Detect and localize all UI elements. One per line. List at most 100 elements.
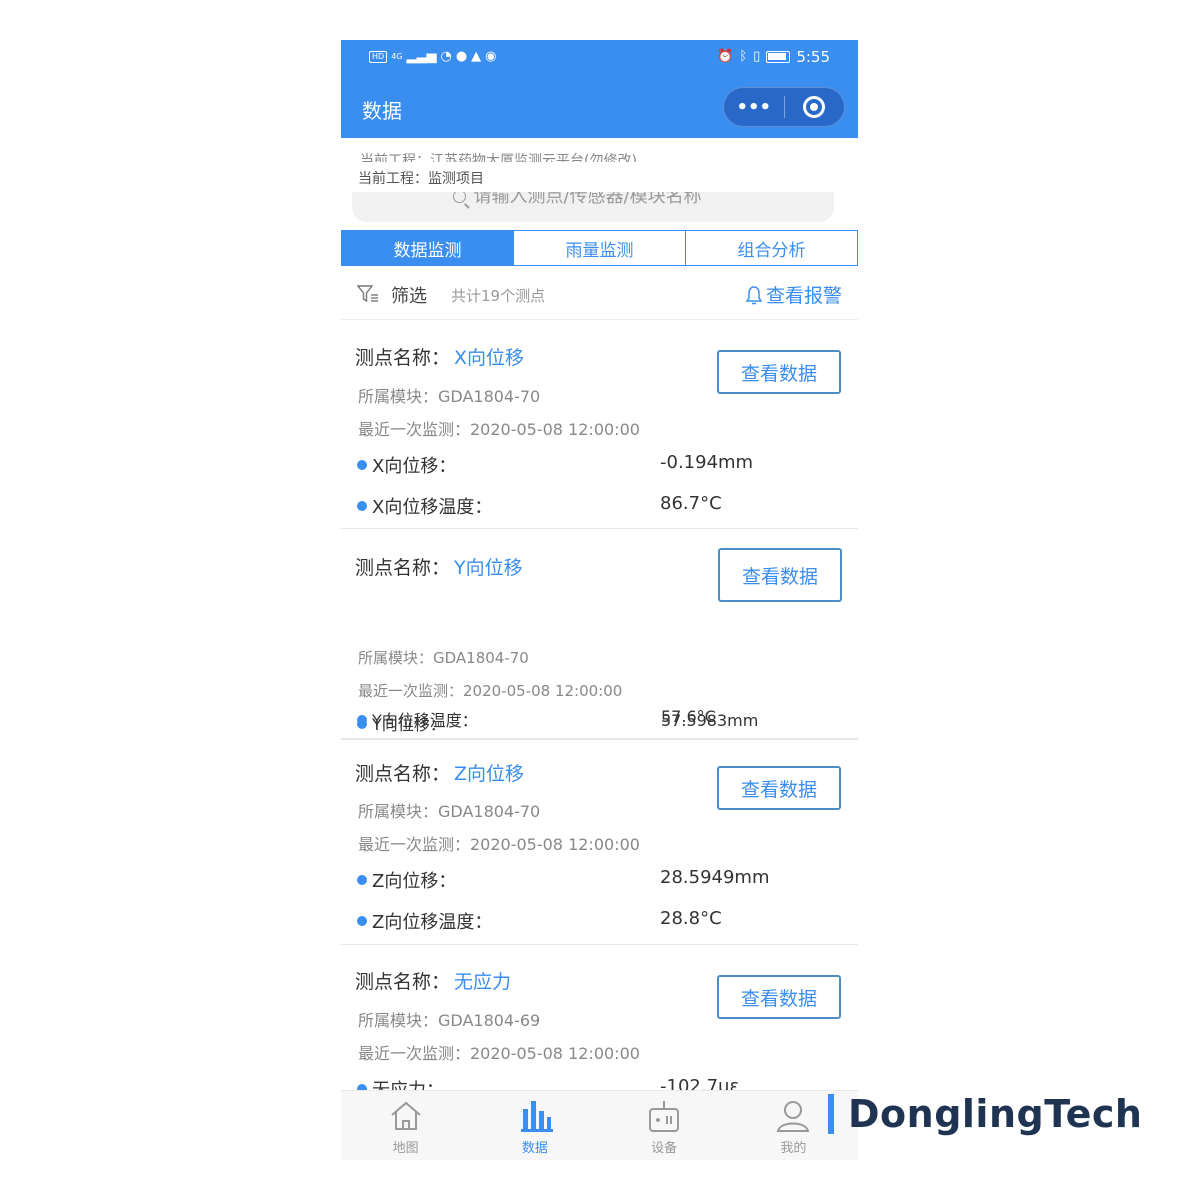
list-item: 测点名称： 无应力 查看数据 所属模块：GDA1804-69 最近一次监测：202…	[341, 945, 858, 1101]
hd-badge: HD	[369, 51, 388, 63]
point-name-row: 测点名称： Y向位移	[355, 553, 523, 580]
target-icon	[803, 96, 826, 118]
module-text: 所属模块：GDA1804-70	[358, 802, 541, 821]
view-data-button[interactable]: 查看数据	[718, 548, 842, 602]
bluetooth-icon: ᛒ	[739, 49, 748, 64]
value-reading: 86.7°C	[660, 493, 722, 514]
bullet-dot	[357, 875, 367, 885]
point-name-row: 测点名称： Z向位移	[355, 759, 524, 786]
list-item: 测点名称： Z向位移 查看数据 所属模块：GDA1804-70 最近一次监测：20…	[341, 739, 858, 945]
tab-combined-analysis[interactable]: 组合分析	[685, 231, 857, 265]
point-name-label: 测点名称：	[355, 557, 451, 579]
app-icon: ◉	[485, 49, 497, 64]
mini-program-capsule: •••	[723, 87, 845, 127]
wechat-icon: ●	[455, 49, 468, 64]
value-row: Z向位移温度： 28.8°C	[357, 908, 857, 934]
alarm-clock-icon: ⏰	[717, 49, 734, 64]
value-label: Y向位移温度：	[372, 711, 478, 730]
qq-icon: ▲	[471, 49, 482, 64]
signal-icon: ▂▃▅	[406, 49, 437, 64]
point-count: 共计19个测点	[451, 287, 546, 305]
value-row: Y向位移温度： 57.6°C	[357, 707, 857, 731]
search-input[interactable]	[473, 192, 734, 207]
close-mini-program-button[interactable]	[784, 88, 844, 126]
page-title: 数据	[362, 99, 402, 123]
view-data-button[interactable]: 查看数据	[717, 350, 841, 394]
tabbar-label: 我的	[780, 1141, 807, 1156]
status-right: ⏰ ᛒ ▯ 5:55	[717, 48, 830, 66]
bullet-dot	[357, 501, 367, 511]
last-monitor-text: 最近一次监测：2020-05-08 12:00:00	[358, 835, 640, 854]
tabbar-item-device[interactable]: 设备	[600, 1091, 729, 1160]
network-label: 4G	[391, 52, 403, 61]
filter-icon[interactable]	[357, 284, 379, 304]
bell-icon	[745, 285, 762, 304]
segment-tabs: 数据监测 雨量监测 组合分析	[341, 230, 858, 266]
value-reading: -0.194mm	[660, 452, 754, 473]
filter-row: 筛选 共计19个测点 查看报警	[341, 276, 858, 320]
view-data-button[interactable]: 查看数据	[717, 766, 841, 810]
value-row: Z向位移： 28.5949mm	[357, 867, 857, 893]
tab-rainfall-monitoring[interactable]: 雨量监测	[513, 231, 685, 265]
point-name-row: 测点名称： 无应力	[355, 967, 511, 994]
tabbar-label: 设备	[651, 1141, 678, 1156]
project-ghost-text: 当前工程：江苏药物大厦监测云平台(勿修改)	[360, 153, 637, 162]
vibrate-icon: ▯	[753, 49, 761, 64]
point-name-row: 测点名称： X向位移	[355, 343, 524, 370]
search-icon	[452, 192, 466, 203]
value-label: Z向位移温度：	[372, 912, 493, 933]
user-icon	[777, 1101, 810, 1132]
view-data-button[interactable]: 查看数据	[717, 975, 841, 1019]
bullet-dot	[357, 714, 367, 725]
view-alarm-button[interactable]: 查看报警	[745, 281, 842, 308]
module-text: 所属模块：GDA1804-70	[358, 649, 529, 667]
device-icon	[649, 1101, 680, 1132]
point-name-value: X向位移	[454, 347, 525, 369]
last-monitor-text: 最近一次监测：2020-05-08 12:00:00	[358, 1044, 640, 1063]
tabbar-label: 地图	[392, 1141, 419, 1156]
point-name-value: 无应力	[454, 971, 512, 993]
filter-button[interactable]: 筛选	[391, 282, 427, 308]
status-left: HD 4G ▂▃▅ ◔ ● ▲ ◉	[369, 49, 497, 65]
current-project-label: 当前工程：监测项目	[358, 171, 484, 187]
last-monitor-text: 最近一次监测：2020-05-08 12:00:00	[358, 420, 640, 439]
bottom-tab-bar: 地图 数据 设备 我的	[341, 1090, 858, 1160]
point-name-value: Z向位移	[454, 763, 525, 785]
wifi-icon: ◔	[440, 49, 452, 64]
app-header: HD 4G ▂▃▅ ◔ ● ▲ ◉ ⏰ ᛒ ▯ 5:55 数据 •••	[341, 40, 858, 138]
bar-chart-icon	[520, 1101, 553, 1132]
watermark-text: DonglingTech	[848, 1092, 1143, 1136]
tabbar-label: 数据	[521, 1141, 548, 1156]
point-name-label: 测点名称：	[355, 763, 451, 785]
value-reading: 28.5949mm	[660, 867, 770, 888]
module-text: 所属模块：GDA1804-70	[358, 387, 541, 406]
view-alarm-label: 查看报警	[765, 285, 842, 307]
bullet-dot	[357, 916, 367, 926]
search-bar	[352, 192, 834, 222]
ellipsis-icon: •••	[736, 96, 771, 118]
last-monitor-text: 最近一次监测：2020-05-08 12:00:00	[358, 682, 623, 700]
bullet-dot	[357, 460, 367, 470]
status-bar: HD 4G ▂▃▅ ◔ ● ▲ ◉ ⏰ ᛒ ▯ 5:55	[341, 40, 858, 76]
tab-data-monitoring[interactable]: 数据监测	[342, 231, 513, 265]
tabbar-item-data[interactable]: 数据	[470, 1091, 599, 1160]
phone-screen: HD 4G ▂▃▅ ◔ ● ▲ ◉ ⏰ ᛒ ▯ 5:55 数据 ••• 当前工程…	[341, 40, 858, 1160]
module-text: 所属模块：GDA1804-69	[358, 1011, 541, 1030]
tabbar-item-map[interactable]: 地图	[341, 1091, 470, 1160]
list-item: 测点名称： X向位移 查看数据 所属模块：GDA1804-70 最近一次监测：20…	[341, 321, 858, 529]
point-name-label: 测点名称：	[355, 347, 451, 369]
watermark-bar	[828, 1094, 834, 1134]
value-reading: 57.6°C	[661, 707, 716, 726]
point-name-label: 测点名称：	[355, 971, 451, 993]
value-label: Z向位移：	[372, 871, 457, 892]
value-row: X向位移： -0.194mm	[357, 452, 857, 478]
status-time: 5:55	[796, 48, 830, 66]
value-label: X向位移：	[372, 456, 457, 477]
value-row: X向位移温度： 86.7°C	[357, 493, 857, 519]
watermark: DonglingTech	[828, 1092, 1142, 1136]
value-label: X向位移温度：	[372, 497, 493, 518]
more-menu-button[interactable]: •••	[724, 88, 784, 126]
value-reading: 28.8°C	[660, 908, 722, 929]
point-name-value: Y向位移	[454, 557, 523, 579]
battery-icon	[766, 51, 791, 63]
